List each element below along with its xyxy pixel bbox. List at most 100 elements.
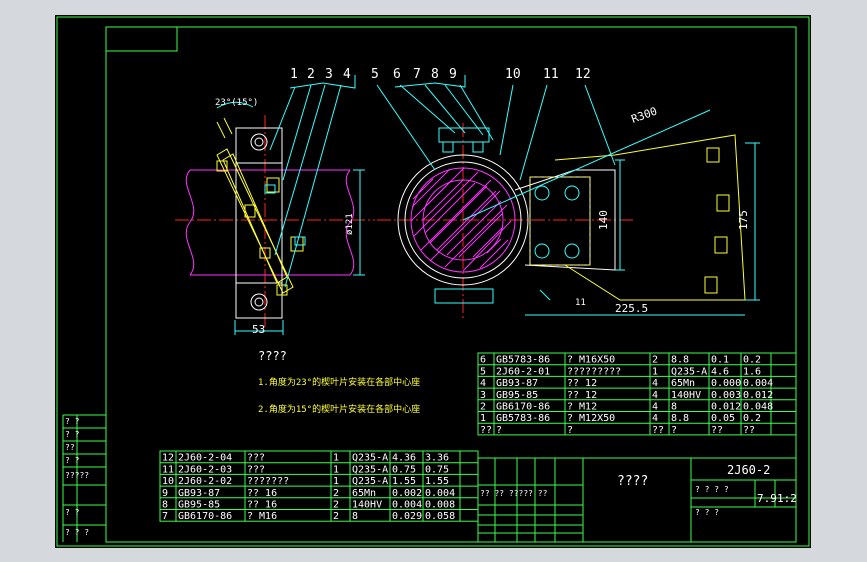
dim-53: 53	[252, 323, 265, 336]
upper-bom-cell: 0.004	[743, 378, 773, 389]
upper-bom-cell: 4	[652, 378, 658, 389]
sheet-label: ? ? ?	[695, 508, 719, 517]
lower-bom-cell: 10	[162, 476, 174, 487]
right-view: 140 175 225.5 R300 11	[377, 105, 760, 320]
drawing-number: 2J60-2	[727, 463, 770, 477]
upper-bom-cell: 4	[652, 402, 658, 413]
lower-bom-cell: 1	[333, 453, 339, 464]
upper-bom-cell: ??	[652, 425, 664, 436]
side-text-4: ? ?	[65, 456, 80, 465]
lower-bom-cell: 12	[162, 453, 174, 464]
upper-bom-cell: 4	[652, 390, 658, 401]
lower-bom-cell: 1	[333, 464, 339, 475]
balloon-12: 12	[575, 67, 591, 82]
balloon-5: 5	[371, 67, 379, 82]
dim-r300: R300	[630, 105, 659, 126]
balloon-8: 8	[431, 67, 439, 82]
notes-line-2: 2.角度为15°的楔叶片安装在各部中心座	[258, 403, 420, 415]
upper-bom-cell: ? M12X50	[567, 413, 615, 424]
upper-bom-cell: 65Mn	[671, 378, 695, 389]
left-view: 53 ø121 23°(15°)	[175, 98, 375, 336]
lower-bom-cell: ?? 16	[247, 488, 277, 499]
lower-bom-cell: 11	[162, 464, 174, 475]
upper-bom-cell: GB6170-86	[496, 402, 550, 413]
upper-bom-cell: 3	[480, 390, 486, 401]
upper-bom-cell: GB93-87	[496, 378, 538, 389]
notes-line-1: 1.角度为23°的楔叶片安装在各部中心座	[258, 376, 420, 388]
side-text-5: ?????	[65, 471, 89, 480]
upper-bom-cell: ? M12	[567, 402, 597, 413]
lower-bom-cell: Q235-A	[352, 464, 388, 475]
upper-bom-cell: ?? 12	[567, 390, 597, 401]
lower-bom-cell: 9	[162, 488, 168, 499]
lower-bom-cell: 2J60-2-03	[178, 464, 232, 475]
upper-bom-cell: ?????????	[567, 366, 621, 377]
lower-bom-cell: 0.002	[392, 488, 422, 499]
upper-bom-cell: 4.6	[711, 366, 729, 377]
upper-bom-cell: GB5783-86	[496, 355, 550, 366]
cad-viewport[interactable]: ? ? ? ? ?? ? ? ????? ? ? ? ? ? 53 ø121 2…	[55, 15, 811, 548]
clamp-plate	[235, 127, 283, 319]
bolt-holes	[434, 127, 580, 304]
upper-bom-cell: 8	[671, 402, 677, 413]
mass-value: 7.9	[757, 492, 777, 505]
drawing-canvas: ? ? ? ? ?? ? ? ????? ? ? ? ? ? 53 ø121 2…	[56, 16, 810, 547]
side-text-3: ??	[65, 443, 75, 452]
leader-lines	[269, 75, 616, 288]
lower-bom-cell: 0.008	[425, 500, 455, 511]
balloon-11: 11	[543, 67, 559, 82]
dim-140: 140	[597, 210, 610, 230]
upper-bom-cell: 0.003	[711, 390, 741, 401]
lower-bom-cell: 8	[162, 500, 168, 511]
left-dims	[216, 101, 365, 335]
lower-bom-cell: 2	[333, 488, 339, 499]
balloon-10: 10	[505, 67, 521, 82]
lower-bom-cell: 0.004	[392, 500, 422, 511]
lower-bom-cell: 1.55	[392, 476, 416, 487]
lower-bom-cell: ???	[247, 453, 265, 464]
upper-bom-cell: 1	[652, 366, 658, 377]
lower-bom-cell: GB95-85	[178, 500, 220, 511]
upper-bom-cell: 1	[480, 413, 486, 424]
lower-bom-cell: ?? 16	[247, 500, 277, 511]
notes-title: ????	[258, 349, 287, 363]
side-text-6: ? ?	[65, 508, 80, 517]
lower-bom-cell: 1.55	[425, 476, 449, 487]
upper-bom-cell: 0.2	[743, 355, 761, 366]
upper-bom-cell: 0.2	[743, 413, 761, 424]
lower-bom-cell: 0.75	[392, 464, 416, 475]
balloon-numbers: 1 2 3 4 5 6 7 8 9 10 11 12	[290, 67, 591, 82]
lower-bom-cell: 0.029	[392, 511, 422, 522]
upper-bom-cell: 2	[480, 402, 486, 413]
upper-bom-cell: ??	[711, 425, 723, 436]
balloon-1: 1	[290, 67, 298, 82]
dim-phi121: ø121	[345, 213, 355, 235]
side-text-7: ? ? ?	[65, 528, 89, 537]
lower-bom-cell: 8	[352, 511, 358, 522]
lower-bom-cell: 140HV	[352, 500, 382, 511]
lower-bom-cell: Q235-A	[352, 453, 388, 464]
side-text-1: ? ?	[65, 417, 80, 426]
upper-bom-cell: ?	[496, 425, 502, 436]
lower-bom-cell: 3.36	[425, 453, 449, 464]
upper-bom-cell: 0.012	[743, 390, 773, 401]
upper-bom-cell: 0.012	[711, 402, 741, 413]
lower-bom-cell: GB6170-86	[178, 511, 232, 522]
upper-bom-cell: ? M16X50	[567, 355, 615, 366]
lower-bom-table: 12 2J60-2-04??? 1 Q235-A 4.36 3.3611 2J60-2-03…	[159, 450, 479, 522]
lower-bom-cell: 0.75	[425, 464, 449, 475]
lower-bom-cell: 7	[162, 511, 168, 522]
lower-bom-cell: 2	[333, 511, 339, 522]
upper-bom-cell: GB5783-86	[496, 413, 550, 424]
upper-bom-cell: 4	[652, 413, 658, 424]
title-row-q: ? ? ? ?	[695, 485, 729, 494]
dim-225: 225.5	[615, 302, 648, 315]
lower-bom-cell: Q235-A	[352, 476, 388, 487]
balloon-4: 4	[343, 67, 351, 82]
weld-symbol: 11	[575, 298, 586, 308]
upper-bom-cell: 6	[480, 355, 486, 366]
upper-bom-cell: 0.048	[743, 402, 773, 413]
lower-bom-cell: 2	[333, 500, 339, 511]
upper-bom-cell: 5	[480, 366, 486, 377]
upper-bom-cell: ??	[743, 425, 755, 436]
